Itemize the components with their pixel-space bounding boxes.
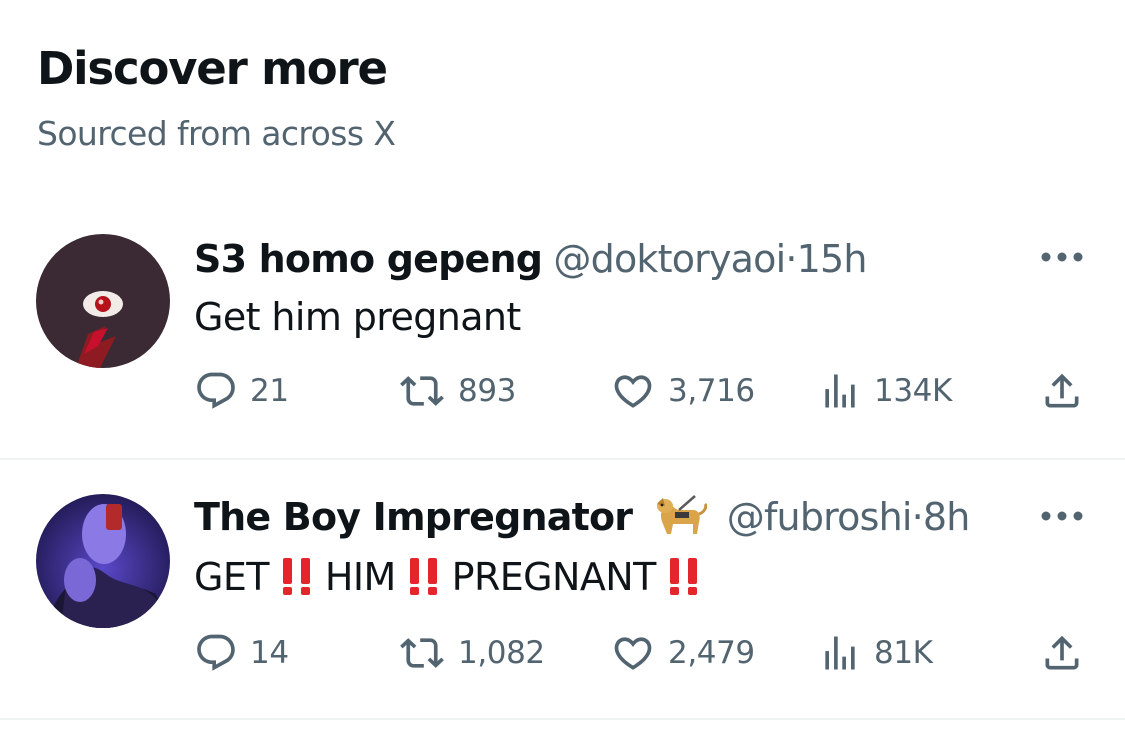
share-icon [1045, 635, 1079, 670]
repost-count: 1,082 [458, 635, 545, 671]
tweet-text: GET HIM PREGNANT [194, 552, 712, 602]
tweet[interactable]: S3 homo gepeng @doktoryaoi·15h Get him p… [0, 230, 1125, 458]
more-options-icon[interactable] [1039, 250, 1085, 264]
tweet-text-part: PREGNANT [451, 555, 657, 599]
repost-button[interactable]: 893 [398, 366, 516, 416]
tweet-text-part: GET [194, 555, 269, 599]
reply-count: 21 [250, 373, 289, 409]
section-subtitle: Sourced from across X [37, 114, 396, 153]
view-count: 134K [874, 373, 952, 409]
timestamp[interactable]: 8h [923, 495, 970, 539]
share-button[interactable] [1040, 366, 1096, 416]
tweet-actions: 14 1,082 2,479 81K [0, 628, 1125, 678]
tweet[interactable]: The Boy Impregnator @fubroshi·8h GET HIM P… [0, 460, 1125, 718]
views-chart-icon [825, 374, 855, 408]
like-button[interactable]: 3,716 [610, 366, 755, 416]
view-count: 81K [874, 635, 933, 671]
tweet-text: Get him pregnant [194, 295, 521, 339]
avatar[interactable] [36, 494, 170, 628]
reply-button[interactable]: 21 [194, 366, 289, 416]
user-handle[interactable]: @fubroshi [727, 495, 913, 539]
double-exclamation-icon [282, 558, 310, 595]
share-button[interactable] [1040, 628, 1096, 678]
separator-dot: · [911, 495, 924, 539]
heart-icon [614, 375, 652, 408]
separator-dot: · [785, 237, 797, 281]
views-chart-icon [825, 636, 855, 670]
display-name[interactable]: The Boy Impregnator [194, 495, 633, 539]
display-name[interactable]: S3 homo gepeng [194, 237, 543, 281]
reply-icon [197, 634, 235, 671]
timestamp[interactable]: 15h [797, 237, 868, 281]
reply-icon [197, 372, 235, 409]
like-count: 2,479 [668, 635, 755, 671]
tweet-divider [0, 718, 1125, 720]
user-handle[interactable]: @doktoryaoi [553, 237, 786, 281]
like-count: 3,716 [668, 373, 755, 409]
repost-count: 893 [458, 373, 516, 409]
repost-button[interactable]: 1,082 [398, 628, 545, 678]
reply-count: 14 [250, 635, 289, 671]
tweet-header: S3 homo gepeng @doktoryaoi·15h [194, 234, 867, 284]
repost-icon [400, 376, 444, 406]
double-exclamation-icon [669, 558, 697, 595]
views-button[interactable]: 134K [818, 366, 952, 416]
repost-icon [400, 638, 444, 668]
share-icon [1045, 373, 1079, 408]
tweet-actions: 21 893 3,716 134K [0, 366, 1125, 416]
tweet-text-part: HIM [324, 555, 396, 599]
heart-icon [614, 637, 652, 670]
tweet-header: The Boy Impregnator @fubroshi·8h [194, 492, 970, 542]
reply-button[interactable]: 14 [194, 628, 289, 678]
more-options-icon[interactable] [1039, 509, 1085, 523]
section-title: Discover more [37, 42, 388, 95]
like-button[interactable]: 2,479 [610, 628, 755, 678]
views-button[interactable]: 81K [818, 628, 933, 678]
double-exclamation-icon [409, 558, 437, 595]
avatar[interactable] [36, 234, 170, 368]
guide-dog-emoji-icon [657, 495, 708, 534]
discover-more-header: Discover more Sourced from across X [37, 40, 396, 156]
